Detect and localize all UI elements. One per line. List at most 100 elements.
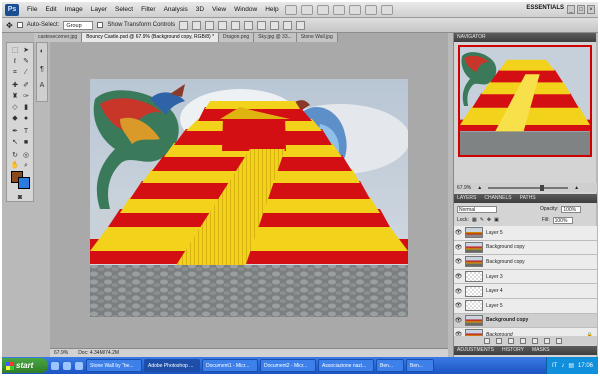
align-right-icon[interactable] <box>244 20 254 30</box>
taskbar-item[interactable]: Adobe Photoshop ... <box>144 359 200 372</box>
distribute-bottom-icon[interactable] <box>283 20 293 30</box>
tab-castesecorner[interactable]: castesecorner.jpg <box>34 33 83 42</box>
navigator-preview[interactable] <box>458 45 592 157</box>
menu-help[interactable]: Help <box>261 6 282 13</box>
character-panel-icon[interactable]: A <box>37 81 47 90</box>
clock[interactable]: 17:06 <box>578 363 593 369</box>
move-tool-icon[interactable]: ➤ <box>21 46 31 55</box>
menu-layer[interactable]: Layer <box>87 6 111 13</box>
link-layers-icon[interactable] <box>484 337 490 344</box>
network-icon[interactable]: ▤ <box>568 362 574 369</box>
menu-edit[interactable]: Edit <box>41 6 60 13</box>
menu-view[interactable]: View <box>208 6 230 13</box>
media-quicklaunch-icon[interactable] <box>75 361 83 370</box>
marquee-tool-icon[interactable]: ⬚ <box>10 46 20 55</box>
align-center-icon[interactable] <box>231 20 241 30</box>
history-panel-icon[interactable]: ◐ <box>37 47 47 56</box>
desktop-quicklaunch-icon[interactable] <box>63 361 71 370</box>
screen-mode-button[interactable] <box>380 4 393 15</box>
distribute-top-icon[interactable] <box>257 20 267 30</box>
history-brush-icon[interactable]: ✑ <box>21 92 31 101</box>
layer-visibility-icon[interactable]: 👁 <box>454 229 463 236</box>
eyedropper-icon[interactable]: ⁄ <box>21 68 31 77</box>
type-tool-icon[interactable]: T <box>21 127 31 136</box>
zoom-tool-icon[interactable]: ⌕ <box>21 161 31 170</box>
tab-channels[interactable]: CHANNELS <box>484 194 511 203</box>
layer-row[interactable]: 👁 Background 🔒 <box>454 328 597 336</box>
paragraph-panel-icon[interactable]: ¶ <box>37 65 47 74</box>
lasso-tool-icon[interactable]: ℓ <box>10 57 20 66</box>
new-group-icon[interactable] <box>532 337 538 344</box>
menu-select[interactable]: Select <box>111 6 137 13</box>
ie-quicklaunch-icon[interactable] <box>51 361 59 370</box>
taskbar-item[interactable]: Ben... <box>406 359 434 372</box>
shape-tool-icon[interactable]: ■ <box>21 138 31 147</box>
tab-paths[interactable]: PATHS <box>520 194 536 203</box>
delete-layer-icon[interactable] <box>556 337 562 344</box>
layer-visibility-icon[interactable]: 👁 <box>454 288 463 295</box>
tab-dragon[interactable]: Dragon.png <box>219 33 255 42</box>
layer-row[interactable]: 👁 Layer 3 <box>454 270 597 285</box>
auto-align-icon[interactable] <box>296 20 306 30</box>
background-color-swatch[interactable] <box>18 177 30 189</box>
volume-icon[interactable]: ♪ <box>561 363 564 369</box>
menu-filter[interactable]: Filter <box>137 6 159 13</box>
lock-all-icon[interactable]: ▣ <box>494 217 499 223</box>
layer-visibility-icon[interactable]: 👁 <box>454 244 463 251</box>
3d-orbit-icon[interactable]: ◎ <box>21 151 31 160</box>
minimize-icon[interactable]: _ <box>567 5 575 14</box>
quick-mask-icon[interactable]: ◙ <box>15 193 25 202</box>
zoom-in-icon[interactable]: ▲ <box>574 185 579 191</box>
arrange-documents-button[interactable] <box>364 4 377 15</box>
blur-tool-icon[interactable]: ◆ <box>10 114 20 123</box>
layer-row[interactable]: 👁 Background copy <box>454 313 597 329</box>
layer-row[interactable]: 👁 Background copy <box>454 255 597 270</box>
quick-select-icon[interactable]: ✎ <box>21 57 31 66</box>
adjustment-layer-icon[interactable] <box>520 337 526 344</box>
language-indicator[interactable]: IT <box>552 363 557 369</box>
distribute-middle-icon[interactable] <box>270 20 280 30</box>
taskbar-item[interactable]: Ben... <box>376 359 404 372</box>
layer-visibility-icon[interactable]: 👁 <box>454 317 463 324</box>
layer-visibility-icon[interactable]: 👁 <box>454 302 463 309</box>
add-mask-icon[interactable] <box>508 337 514 344</box>
tab-adjustments[interactable]: ADJUSTMENTS <box>457 346 494 355</box>
opacity-input[interactable]: 100% <box>561 205 582 213</box>
close-icon[interactable]: × <box>587 5 595 14</box>
3d-rotate-icon[interactable]: ↻ <box>10 151 20 160</box>
fill-input[interactable]: 100% <box>552 216 573 224</box>
navigator-zoom-slider[interactable] <box>488 184 569 191</box>
crop-tool-icon[interactable]: ⌗ <box>10 68 20 77</box>
taskbar-item[interactable]: Document1 - Micr... <box>202 359 258 372</box>
align-top-icon[interactable] <box>179 20 189 30</box>
lock-pixels-icon[interactable]: ✎ <box>480 217 484 223</box>
tab-sky[interactable]: Sky.jpg @ 33... <box>254 33 297 42</box>
tab-history[interactable]: HISTORY <box>502 346 524 355</box>
gradient-tool-icon[interactable]: ▮ <box>21 103 31 112</box>
navigator-zoom-value[interactable]: 67.9% <box>457 185 471 191</box>
blend-mode-dropdown[interactable]: Normal <box>457 205 497 213</box>
taskbar-item[interactable]: Stone Wall by "be... <box>86 359 142 372</box>
brush-tool-icon[interactable]: ✐ <box>21 81 31 90</box>
menu-3d[interactable]: 3D <box>192 6 208 13</box>
align-left-icon[interactable] <box>218 20 228 30</box>
menu-window[interactable]: Window <box>230 6 261 13</box>
lock-position-icon[interactable]: ✥ <box>487 217 491 223</box>
workspace-switcher[interactable]: ESSENTIALS <box>526 5 564 11</box>
tab-masks[interactable]: MASKS <box>532 346 550 355</box>
start-button[interactable]: start <box>2 358 48 373</box>
align-middle-icon[interactable] <box>192 20 202 30</box>
menu-file[interactable]: File <box>23 6 41 13</box>
mini-bridge-button[interactable] <box>300 4 313 15</box>
auto-select-dropdown[interactable]: Group <box>63 20 94 30</box>
tab-layers[interactable]: LAYERS <box>457 194 476 203</box>
menu-analysis[interactable]: Analysis <box>160 6 192 13</box>
pen-tool-icon[interactable]: ✒ <box>10 127 20 136</box>
eraser-tool-icon[interactable]: ◇ <box>10 103 20 112</box>
taskbar-item[interactable]: Document2 - Micr... <box>260 359 316 372</box>
navigator-tab[interactable]: NAVIGATOR <box>457 33 486 42</box>
maximize-icon[interactable]: □ <box>577 5 585 14</box>
layer-row[interactable]: 👁 Layer 5 <box>454 299 597 314</box>
tab-bouncy-castle[interactable]: Bouncy Castle.psd @ 67.9% (Background co… <box>82 33 220 42</box>
path-select-icon[interactable]: ↖ <box>10 138 20 147</box>
